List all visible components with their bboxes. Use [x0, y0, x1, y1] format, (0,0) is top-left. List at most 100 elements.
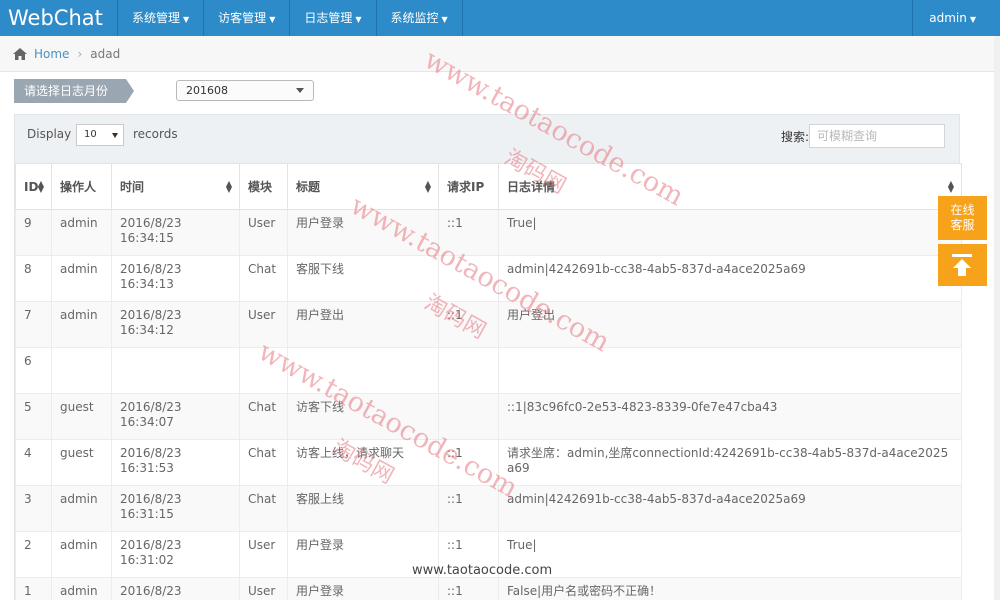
column-header-label: 日志详情 — [507, 180, 556, 194]
month-filter-label: 请选择日志月份 — [14, 79, 134, 103]
log-table: ID ▲ ▼ 操作人 时间 ▲ ▼ 模块 标题 ▲ ▼ 请求IP 日志详情 ▲ ▼ 9 admi… — [15, 163, 962, 600]
table-row[interactable]: 4 guest 2016/8/23 16:31:53 Chat 访客上线，请求聊天… — [15, 439, 962, 486]
table-row[interactable]: 9 admin 2016/8/23 16:34:15 User 用户登录 ::1 … — [15, 209, 962, 256]
cell-time: 2016/8/23 16:31:02 — [111, 531, 240, 578]
column-header-label: 请求IP — [447, 180, 485, 194]
cell-id: 1 — [15, 577, 52, 600]
search-input[interactable] — [809, 124, 945, 148]
cell-detail: ::1|83c96fc0-2e53-4823-8339-0fe7e47cba43 — [498, 393, 962, 440]
nav-menu-system[interactable]: 系统管理 ▼ — [118, 0, 205, 36]
cell-detail — [498, 347, 962, 394]
cell-date-text: 2016/8/23 — [120, 400, 182, 414]
cell-title: 用户登录 — [287, 531, 439, 578]
cell-time: 2016/8/23 16:34:12 — [111, 301, 240, 348]
back-to-top-button[interactable] — [938, 244, 987, 286]
online-service-label-line2: 客服 — [950, 218, 975, 232]
cell-user: admin — [51, 577, 112, 600]
nav-menu-monitor[interactable]: 系统监控 ▼ — [377, 0, 463, 36]
cell-date-text: 2016/8/23 — [120, 262, 182, 276]
cell-detail: 请求坐席：admin,坐席connectionId:4242691b-cc38-… — [498, 439, 962, 486]
cell-module: User — [239, 531, 288, 578]
month-select-value: 201608 — [186, 84, 228, 97]
cell-id: 2 — [15, 531, 52, 578]
table-row[interactable]: 6 — [15, 347, 962, 394]
cell-time: 2016/8/23 16:34:15 — [111, 209, 240, 256]
caret-down-icon: ▼ — [269, 15, 276, 24]
cell-user: admin — [51, 485, 112, 532]
nav-menu-visitor[interactable]: 访客管理 ▼ — [204, 0, 291, 36]
cell-title: 客服上线 — [287, 485, 439, 532]
cell-id: 4 — [15, 439, 52, 486]
nav-menu-label: 日志管理 — [304, 11, 353, 25]
cell-ip: ::1 — [438, 301, 499, 348]
cell-date-text: 2016/8/23 — [120, 446, 182, 460]
cell-time — [111, 347, 240, 394]
cell-user — [51, 347, 112, 394]
cell-time-text: 16:31:53 — [120, 461, 174, 475]
column-header-time[interactable]: 时间 ▲ ▼ — [111, 163, 240, 210]
cell-user: admin — [51, 255, 112, 302]
page-size-value: 10 — [84, 129, 97, 140]
cell-ip — [438, 255, 499, 302]
column-header-title[interactable]: 标题 ▲ ▼ — [287, 163, 439, 210]
online-service-button[interactable]: 在线 客服 — [938, 196, 987, 240]
column-header-id[interactable]: ID ▲ ▼ — [15, 163, 52, 210]
cell-title: 客服下线 — [287, 255, 439, 302]
cell-detail: True| — [498, 531, 962, 578]
cell-time: 2016/8/23 — [111, 577, 240, 600]
display-label: Display — [27, 127, 72, 141]
cell-ip: ::1 — [438, 439, 499, 486]
column-header-ip[interactable]: 请求IP — [438, 163, 499, 210]
month-select[interactable]: 201608 — [176, 80, 314, 101]
cell-module: Chat — [239, 439, 288, 486]
page-size-select[interactable]: 10 — [76, 124, 124, 146]
sort-icon: ▲ ▼ — [37, 178, 44, 194]
cell-time: 2016/8/23 16:34:07 — [111, 393, 240, 440]
table-row[interactable]: 1 admin 2016/8/23 User 用户登录 ::1 False|用户… — [15, 577, 962, 600]
nav-menu-label: 系统管理 — [132, 11, 181, 25]
page-scrollbar[interactable] — [994, 36, 1000, 600]
cell-title: 访客上线，请求聊天 — [287, 439, 439, 486]
cell-module: User — [239, 577, 288, 600]
sort-icon: ▲ ▼ — [424, 178, 431, 194]
column-header-module[interactable]: 模块 — [239, 163, 288, 210]
cell-detail: False|用户名或密码不正确！ — [498, 577, 962, 600]
column-header-label: 模块 — [248, 180, 273, 194]
nav-menu-label: 访客管理 — [218, 11, 267, 25]
cell-time: 2016/8/23 16:34:13 — [111, 255, 240, 302]
table-row[interactable]: 8 admin 2016/8/23 16:34:13 Chat 客服下线 admi… — [15, 255, 962, 302]
sort-icon: ▲ ▼ — [225, 178, 232, 194]
cell-title: 用户登出 — [287, 301, 439, 348]
cell-ip — [438, 393, 499, 440]
table-row[interactable]: 2 admin 2016/8/23 16:31:02 User 用户登录 ::1 … — [15, 531, 962, 578]
cell-module: User — [239, 301, 288, 348]
cell-id: 5 — [15, 393, 52, 440]
nav-menu-log[interactable]: 日志管理 ▼ — [290, 0, 377, 36]
log-table-panel: Display 10 records 搜索: ID▲▼ 操作人 时间▲▼ 模块 … — [14, 114, 962, 600]
cell-time-text: 16:34:15 — [120, 231, 174, 245]
cell-ip: ::1 — [438, 531, 499, 578]
cell-id: 6 — [15, 347, 52, 394]
table-row[interactable]: 7 admin 2016/8/23 16:34:12 User 用户登出 ::1 … — [15, 301, 962, 348]
brand-logo[interactable]: WebChat — [0, 0, 118, 36]
nav-menu-label: 系统监控 — [390, 11, 439, 25]
breadcrumb: Home › adad — [0, 36, 1000, 72]
cell-date-text: 2016/8/23 — [120, 216, 182, 230]
column-header-label: 标题 — [296, 180, 321, 194]
cell-detail: True| — [498, 209, 962, 256]
cell-user: guest — [51, 439, 112, 486]
sort-icon: ▲ ▼ — [947, 178, 954, 194]
cell-user: admin — [51, 209, 112, 256]
cell-ip: ::1 — [438, 209, 499, 256]
breadcrumb-home-link[interactable]: Home — [34, 47, 69, 61]
table-row[interactable]: 5 guest 2016/8/23 16:34:07 Chat 访客下线 ::1|… — [15, 393, 962, 440]
cell-id: 8 — [15, 255, 52, 302]
column-header-operator[interactable]: 操作人 — [51, 163, 112, 210]
column-header-label: ID — [24, 179, 39, 194]
table-row[interactable]: 3 admin 2016/8/23 16:31:15 Chat 客服上线 ::1 … — [15, 485, 962, 532]
cell-ip: ::1 — [438, 485, 499, 532]
column-header-detail[interactable]: 日志详情 ▲ ▼ — [498, 163, 962, 210]
user-menu[interactable]: admin ▼ — [912, 0, 1000, 36]
cell-time: 2016/8/23 16:31:53 — [111, 439, 240, 486]
cell-module: User — [239, 209, 288, 256]
